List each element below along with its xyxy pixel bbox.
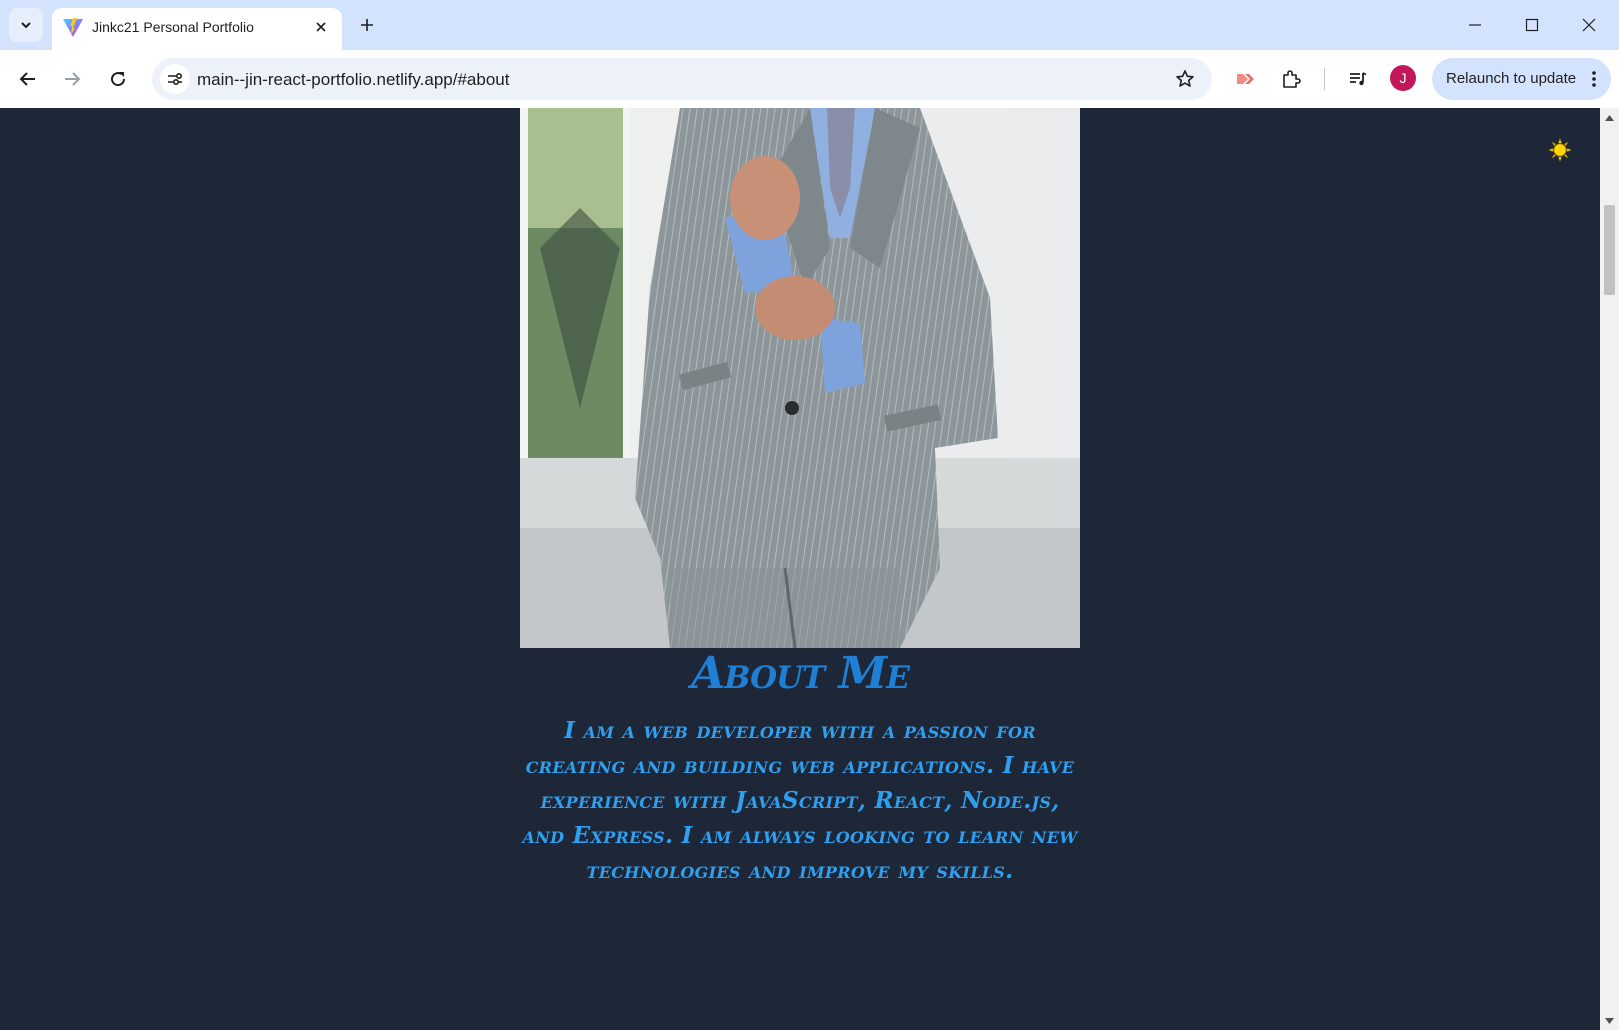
- minimize-icon: [1469, 24, 1481, 26]
- back-button[interactable]: [11, 62, 45, 96]
- sun-icon[interactable]: [1548, 138, 1572, 162]
- forward-arrow-icon: [65, 72, 81, 86]
- extension-icon: [1237, 74, 1254, 84]
- url-text[interactable]: main--jin-react-portfolio.netlify.app/#a…: [197, 70, 509, 90]
- profile-photo: [520, 108, 1080, 648]
- browser-menu-button[interactable]: [1589, 67, 1599, 91]
- media-controls-button[interactable]: [1341, 62, 1375, 96]
- about-title: About Me: [691, 648, 910, 699]
- close-window-icon: [1582, 18, 1596, 32]
- maximize-button[interactable]: [1508, 6, 1556, 44]
- plus-icon: [361, 19, 373, 31]
- address-bar[interactable]: main--jin-react-portfolio.netlify.app/#a…: [152, 58, 1212, 100]
- reload-button[interactable]: [101, 62, 135, 96]
- triangle-up-icon: [1605, 114, 1614, 121]
- bookmark-button[interactable]: [1172, 66, 1198, 92]
- media-queue-icon: [1350, 72, 1367, 86]
- tab-strip: Jinkc21 Personal Portfolio: [0, 0, 1619, 50]
- profile-avatar[interactable]: J: [1390, 65, 1416, 91]
- vite-favicon: [63, 18, 83, 37]
- site-info-icon: [168, 72, 183, 86]
- more-vert-icon: [1592, 71, 1596, 87]
- tab-search-button[interactable]: [9, 8, 43, 42]
- scroll-up-button[interactable]: [1604, 112, 1615, 123]
- page-viewport: About Me I am a web developer with a pas…: [0, 108, 1600, 1030]
- triangle-down-icon: [1605, 1017, 1614, 1024]
- site-info-button[interactable]: [160, 64, 190, 94]
- close-window-button[interactable]: [1565, 6, 1613, 44]
- extension-action-button[interactable]: [1229, 62, 1263, 96]
- toolbar-divider: [1324, 68, 1325, 90]
- browser-toolbar: main--jin-react-portfolio.netlify.app/#a…: [0, 50, 1619, 108]
- extensions-button[interactable]: [1274, 62, 1308, 96]
- tab-close-button[interactable]: [310, 16, 332, 38]
- star-icon: [1176, 70, 1194, 87]
- relaunch-button[interactable]: Relaunch to update: [1432, 58, 1611, 100]
- relaunch-label: Relaunch to update: [1446, 70, 1577, 87]
- puzzle-icon: [1283, 70, 1301, 88]
- forward-button[interactable]: [55, 62, 89, 96]
- scroll-down-button[interactable]: [1604, 1015, 1615, 1026]
- active-tab[interactable]: Jinkc21 Personal Portfolio: [52, 8, 342, 50]
- maximize-icon: [1525, 18, 1539, 32]
- reload-icon: [111, 72, 126, 87]
- page-scrollbar[interactable]: [1600, 108, 1619, 1030]
- close-icon: [316, 22, 326, 32]
- new-tab-button[interactable]: [352, 10, 382, 40]
- scroll-thumb[interactable]: [1604, 205, 1615, 295]
- minimize-button[interactable]: [1451, 6, 1499, 44]
- chevron-down-icon: [21, 22, 31, 29]
- tab-title: Jinkc21 Personal Portfolio: [92, 19, 254, 35]
- about-description: I am a web developer with a passion for …: [522, 717, 1078, 884]
- back-arrow-icon: [19, 72, 35, 86]
